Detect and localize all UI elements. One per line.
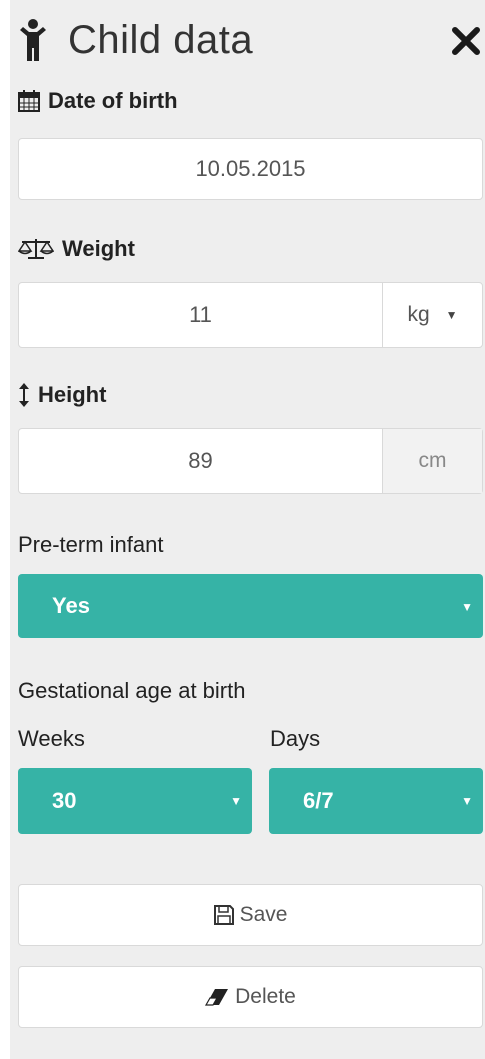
gestational-age-label: Gestational age at birth <box>18 678 246 703</box>
floppy-disk-icon <box>213 905 234 925</box>
weeks-label: Weeks <box>18 726 85 751</box>
save-button[interactable]: Save <box>18 884 483 946</box>
caret-down-icon: ▼ <box>461 794 473 808</box>
weight-unit: kg <box>407 303 430 326</box>
height-unit: cm <box>382 429 482 493</box>
days-label: Days <box>270 726 321 751</box>
days-select[interactable]: 6/7 ▼ <box>269 768 483 834</box>
save-label: Save <box>239 903 288 926</box>
child-data-panel: Child data Date of birth 10.05.2015 Weig… <box>10 0 485 1059</box>
delete-label: Delete <box>235 985 296 1008</box>
caret-down-icon: ▼ <box>461 600 473 614</box>
panel-header: Child data <box>18 12 485 68</box>
calendar-icon <box>18 90 40 112</box>
preterm-label: Pre-term infant <box>18 532 164 557</box>
height-field[interactable]: 89 cm <box>18 428 483 494</box>
weeks-select[interactable]: 30 ▼ <box>18 768 252 834</box>
caret-down-icon: ▼ <box>445 308 458 322</box>
caret-down-icon: ▼ <box>230 794 242 808</box>
days-value: 6/7 <box>303 788 334 813</box>
weight-unit-select[interactable]: kg ▼ <box>382 283 482 347</box>
page-title: Child data <box>68 17 254 62</box>
delete-button[interactable]: Delete <box>18 966 483 1028</box>
dob-field[interactable]: 10.05.2015 <box>18 138 483 200</box>
dob-value: 10.05.2015 <box>195 156 306 181</box>
preterm-select[interactable]: Yes ▼ <box>18 574 483 638</box>
height-label: Height <box>18 382 106 408</box>
preterm-value: Yes <box>52 593 90 618</box>
weight-label: Weight <box>18 236 135 262</box>
close-icon[interactable] <box>451 26 481 56</box>
vertical-arrows-icon <box>18 383 30 407</box>
height-value: 89 <box>188 448 213 473</box>
weight-field[interactable]: 11 kg ▼ <box>18 282 483 348</box>
eraser-icon <box>205 988 229 1006</box>
weight-value: 11 <box>189 302 212 327</box>
balance-scale-icon <box>18 237 54 261</box>
child-icon <box>20 19 46 61</box>
weeks-value: 30 <box>52 788 77 813</box>
dob-label: Date of birth <box>18 88 178 114</box>
